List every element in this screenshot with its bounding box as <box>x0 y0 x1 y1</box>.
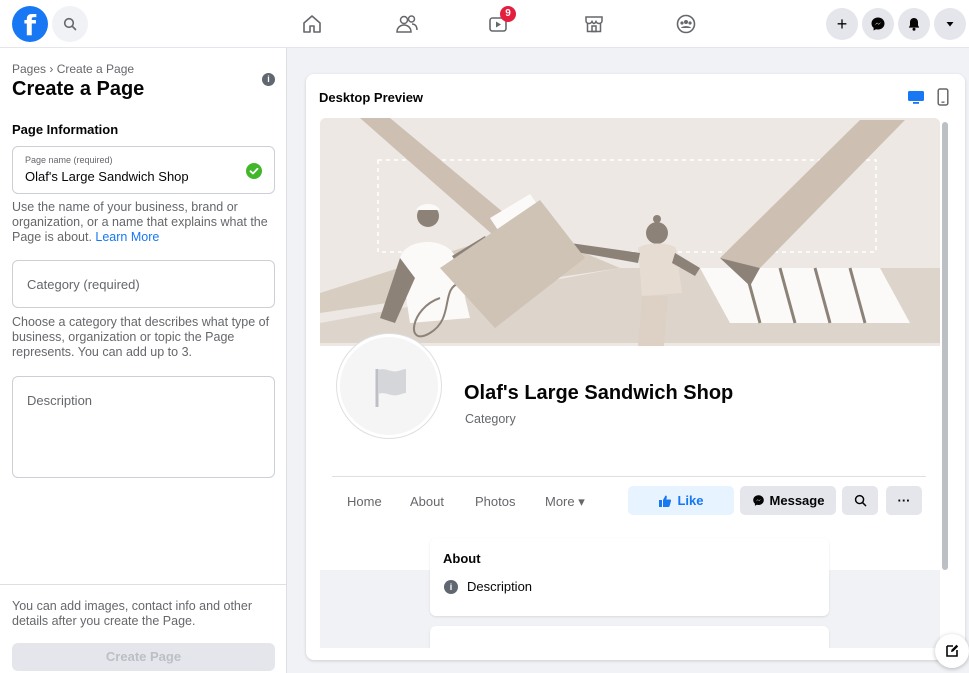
page-name-help: Use the name of your business, brand or … <box>12 200 280 245</box>
logo-letter: f <box>23 9 37 42</box>
create-button[interactable]: + <box>826 8 858 40</box>
facebook-logo[interactable]: f <box>12 6 48 42</box>
preview-scrollbar[interactable] <box>942 122 948 570</box>
nav-watch[interactable]: 9 <box>484 6 516 38</box>
preview-title: Desktop Preview <box>319 90 424 105</box>
info-icon[interactable]: i <box>262 73 275 86</box>
message-label: Message <box>769 493 825 508</box>
category-placeholder: Category (required) <box>27 277 140 292</box>
profile-picture[interactable] <box>337 334 441 438</box>
like-label: Like <box>677 493 704 508</box>
tab-home[interactable]: Home <box>347 494 382 509</box>
groups-icon <box>676 14 696 34</box>
page-name-value[interactable]: Olaf's Large Sandwich Shop <box>25 169 189 184</box>
message-button[interactable]: Message <box>740 486 836 515</box>
nav-marketplace[interactable] <box>580 10 608 38</box>
messenger-button[interactable] <box>862 8 894 40</box>
mobile-icon[interactable] <box>937 88 949 111</box>
tab-more[interactable]: More ▾ <box>545 494 585 510</box>
desktop-preview-panel: Desktop Preview Olaf's Large Sandwich Sh… <box>306 74 965 660</box>
desktop-icon[interactable] <box>907 89 925 110</box>
description-placeholder: Description <box>27 393 93 408</box>
top-navigation-bar: f 9 + <box>0 0 969 48</box>
thumbs-up-icon <box>659 495 672 507</box>
page-name-field[interactable]: Page name (required) Olaf's Large Sandwi… <box>12 146 275 194</box>
more-options-button[interactable]: ··· <box>886 486 922 515</box>
home-icon <box>303 15 321 33</box>
create-page-button[interactable]: Create Page <box>12 643 275 671</box>
info-icon: i <box>444 580 458 594</box>
about-card: About i Description <box>430 538 829 616</box>
nav-groups[interactable] <box>672 10 700 38</box>
learn-more-link[interactable]: Learn More <box>95 230 159 244</box>
footer-note: You can add images, contact info and oth… <box>12 599 252 628</box>
bell-icon <box>908 18 920 31</box>
messenger-icon <box>871 17 885 31</box>
friends-icon <box>396 15 418 33</box>
marketplace-icon <box>585 16 603 33</box>
create-page-sidebar: Pages › Create a Page Create a Page i Pa… <box>0 48 287 673</box>
edit-icon <box>946 644 959 657</box>
cover-photo <box>320 118 940 346</box>
page-search-button[interactable] <box>842 486 878 515</box>
nav-home[interactable] <box>298 10 326 38</box>
check-circle-icon <box>246 163 262 179</box>
cover-illustration <box>320 118 940 346</box>
page-category-preview: Category <box>465 412 516 426</box>
tab-about[interactable]: About <box>410 494 444 509</box>
tabs-divider <box>332 476 926 477</box>
more-dots-icon: ··· <box>897 493 911 508</box>
page-name-preview: Olaf's Large Sandwich Shop <box>464 382 734 404</box>
post-card <box>430 626 829 648</box>
caret-down-icon <box>946 22 954 27</box>
tab-photos[interactable]: Photos <box>475 494 515 509</box>
about-title: About <box>443 551 481 566</box>
notifications-button[interactable] <box>898 8 930 40</box>
page-title: Create a Page <box>12 78 145 100</box>
category-field[interactable]: Category (required) <box>12 260 275 308</box>
search-icon <box>854 494 866 507</box>
page-name-label: Page name (required) <box>25 155 113 165</box>
search-button[interactable] <box>52 6 88 42</box>
search-icon <box>63 17 77 31</box>
divider <box>0 584 287 585</box>
page-preview-frame: Olaf's Large Sandwich Shop Category Home… <box>320 118 940 648</box>
messenger-icon <box>752 495 764 506</box>
plus-icon: + <box>836 13 848 34</box>
account-menu-button[interactable] <box>934 8 966 40</box>
flag-icon <box>375 369 406 407</box>
about-description: Description <box>467 579 533 594</box>
nav-friends[interactable] <box>393 10 421 38</box>
section-heading: Page Information <box>12 122 119 137</box>
new-message-button[interactable] <box>935 634 969 668</box>
like-button[interactable]: Like <box>628 486 734 515</box>
category-help: Choose a category that describes what ty… <box>12 315 270 359</box>
breadcrumb[interactable]: Pages › Create a Page <box>12 62 134 76</box>
description-field[interactable]: Description <box>12 376 275 478</box>
notification-badge: 9 <box>500 6 516 22</box>
